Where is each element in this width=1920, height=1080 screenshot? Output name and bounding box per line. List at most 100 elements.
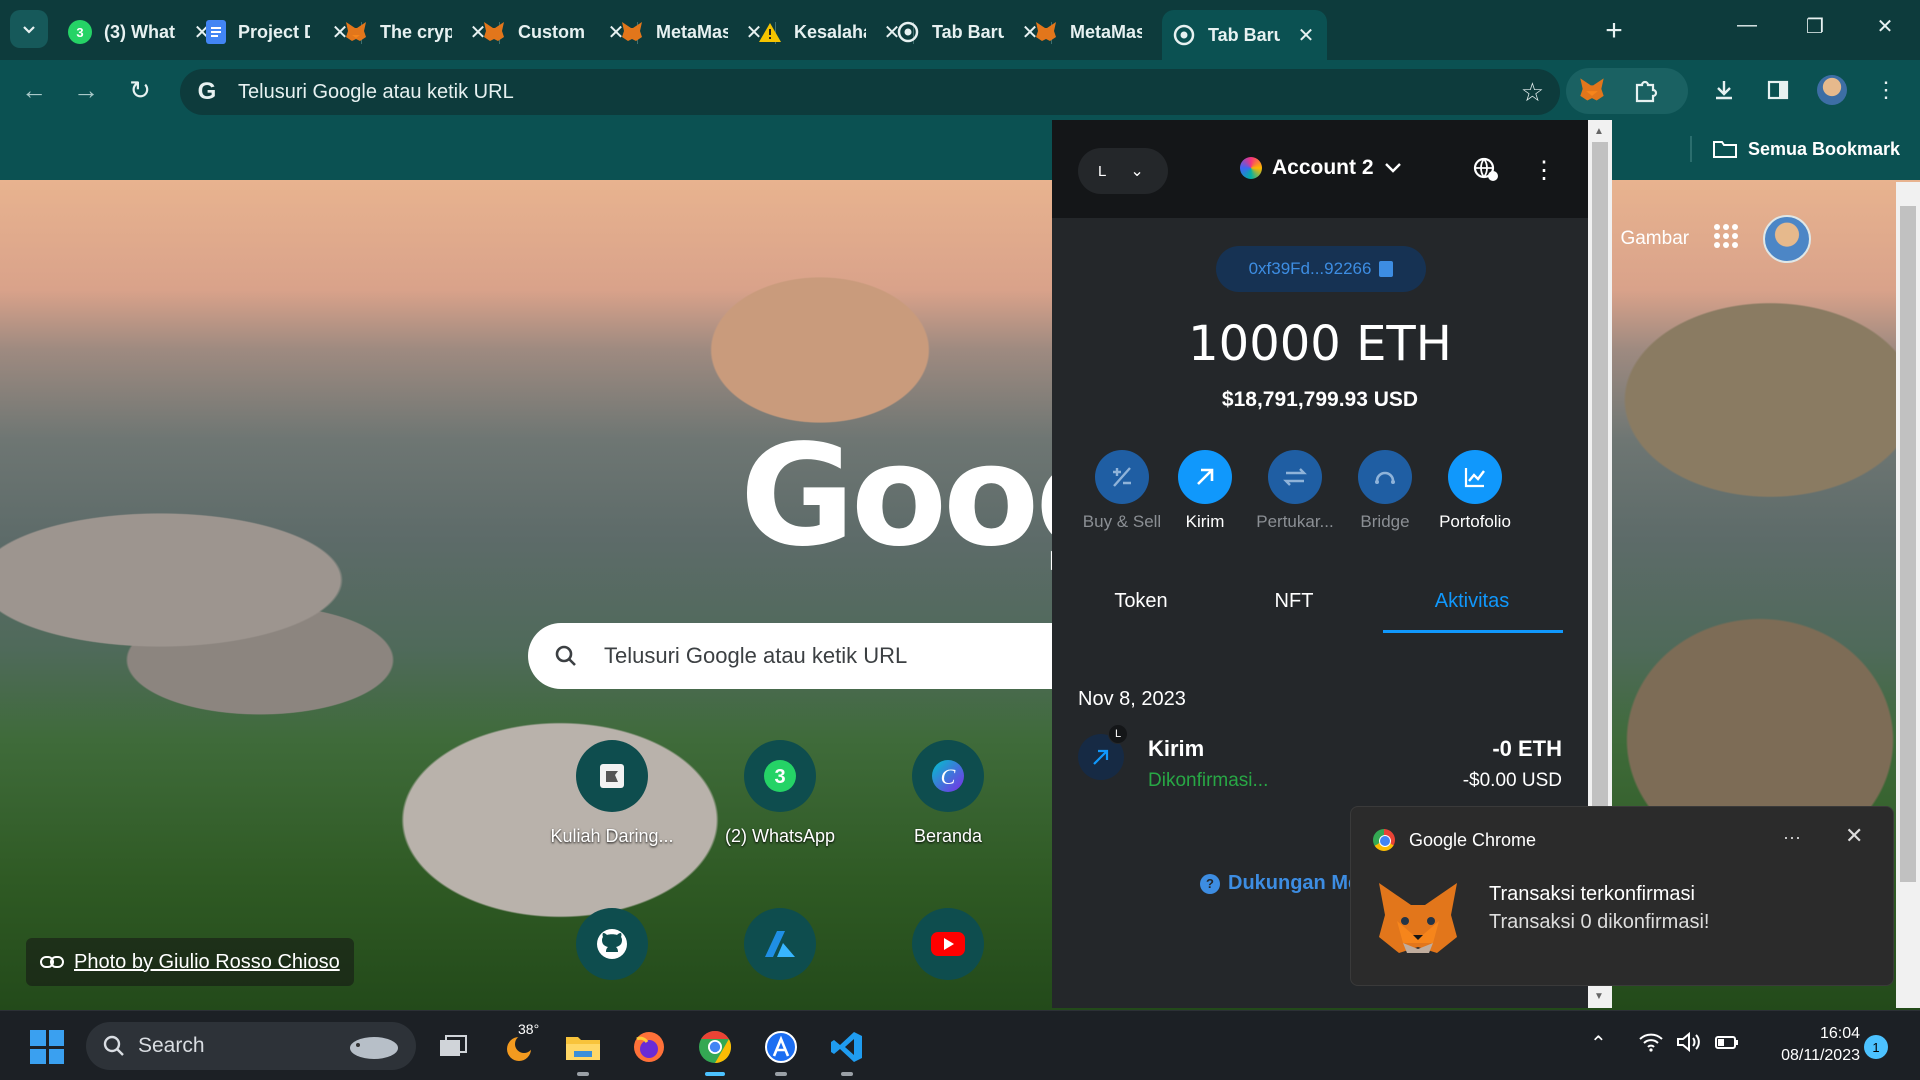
scrollbar-thumb[interactable] [1900,206,1916,882]
metamask-header: L ⌄ Account 2 ⋮ [1052,120,1588,218]
minimize-button[interactable]: — [1732,14,1762,37]
bookmark-bar: Semua Bookmark [0,120,1920,180]
account-identicon [1240,157,1262,179]
chrome-notification[interactable]: Google Chrome ··· ✕ Transaksi terkonfirm… [1350,806,1894,986]
metamask-fox-icon [1034,20,1058,44]
activity-type: Kirim [1148,736,1205,761]
action-label: Bridge [1360,512,1410,531]
notification-app-name: Google Chrome [1409,829,1537,850]
battery-icon[interactable] [1714,1031,1740,1059]
account-address-button[interactable]: 0xf39Fd...92266 [1216,246,1426,292]
portfolio-button[interactable]: Portofolio [1425,450,1525,532]
taskbar-search[interactable]: Search [86,1022,416,1070]
scroll-down-icon[interactable]: ▼ [1594,991,1604,1002]
forward-button[interactable]: → [68,72,104,108]
tab-title: Custom [518,21,585,42]
close-tab-icon[interactable]: ✕ [1295,23,1317,48]
tab-search-button[interactable] [10,10,48,48]
network-initial: L [1098,162,1107,180]
ntp-top-links: il Gambar [1594,215,1812,263]
shortcut-youtube[interactable] [883,908,1013,994]
volume-icon[interactable] [1676,1031,1702,1059]
metamask-fox-icon [344,20,368,44]
photo-credit-link[interactable]: Photo by Giulio Rosso Chioso [26,938,354,986]
shortcut-github[interactable] [547,908,677,994]
connected-sites-icon[interactable] [1472,156,1500,184]
metamask-fox-icon [482,20,506,44]
account-name: Account 2 [1272,156,1374,179]
tab-title: (3) WhatsApp [104,21,176,42]
whatsapp-icon: 3 [68,20,92,44]
notification-close-icon[interactable]: ✕ [1845,823,1863,849]
help-icon: ? [1200,873,1220,894]
chrome-icon [1172,23,1196,47]
close-window-button[interactable]: ✕ [1870,14,1900,39]
windows-start-icon[interactable] [30,1030,64,1064]
account-picker[interactable]: Account 2 [1240,156,1402,180]
chrome-taskbar-icon[interactable] [694,1026,736,1076]
profile-avatar[interactable] [1812,70,1852,110]
browser-menu-icon[interactable]: ⋮ [1866,70,1906,110]
restore-button[interactable]: ❐ [1800,14,1830,39]
ntp-search-placeholder: Telusuri Google atau ketik URL [604,643,908,668]
reload-button[interactable]: ↻ [122,72,158,108]
tab-aktivitas[interactable]: Aktivitas [1383,590,1561,613]
side-panel-icon[interactable] [1758,70,1798,110]
extensions-puzzle-icon[interactable] [1626,70,1666,110]
address-bar-text: Telusuri Google atau ketik URL [238,80,514,103]
bridge-button[interactable]: Bridge [1335,450,1435,532]
metamask-fox-icon [1580,78,1604,101]
file-explorer-icon[interactable] [562,1026,604,1076]
ntp-search-box[interactable]: Telusuri Google atau ketik URL [528,623,1088,689]
kuliah-daring-icon [576,740,648,812]
metamask-extension-button[interactable] [1572,70,1612,110]
google-account-avatar[interactable] [1763,215,1812,263]
notification-more-button[interactable]: ··· [1783,827,1801,848]
metamask-menu-icon[interactable]: ⋮ [1532,156,1556,185]
usd-balance: $18,791,799.93 USD [1221,388,1419,411]
shortcut-beranda[interactable]: C Beranda [883,740,1013,847]
download-icon[interactable] [1704,70,1744,110]
system-clock[interactable]: 16:04 08/11/2023 [1756,1023,1860,1067]
bookmark-star-icon[interactable]: ☆ [1521,77,1544,108]
scrollbar-thumb[interactable] [1592,142,1608,828]
shortcut-whatsapp[interactable]: 3 (2) WhatsApp [715,740,845,847]
notification-count-badge[interactable]: 1 [1864,1035,1888,1059]
bookmark-separator [1690,136,1692,162]
eth-balance: 10000 ETH [1188,316,1452,372]
shortcut-azure[interactable] [715,908,845,994]
show-hidden-icons-chevron[interactable]: ⌃ [1590,1031,1607,1056]
page-scrollbar[interactable] [1896,182,1920,1008]
scroll-up-icon[interactable]: ▲ [1594,126,1604,137]
back-button[interactable]: ← [16,72,52,108]
apps-grid-icon[interactable] [1713,223,1739,255]
portfolio-chart-icon [1448,450,1502,504]
address-bar[interactable]: G Telusuri Google atau ketik URL ☆ [180,69,1560,115]
images-link[interactable]: Gambar [1620,228,1689,250]
google-g-icon: G [197,78,217,105]
tab-token[interactable]: Token [1052,590,1230,613]
tab-title: MetaMask [656,21,728,42]
tab-nft[interactable]: NFT [1205,590,1383,613]
all-bookmarks-button[interactable]: Semua Bookmark [1712,138,1900,160]
weather-temperature: 38° [518,1021,540,1037]
shortcut-kuliah-daring[interactable]: Kuliah Daring... [547,740,677,847]
activity-date: Nov 8, 2023 [1078,688,1186,710]
tab-title: Project Docs [238,21,310,42]
active-tab-indicator [1383,630,1563,633]
tab-tab-baru-active[interactable]: Tab Baru ✕ [1162,10,1327,60]
firefox-icon[interactable] [628,1026,670,1068]
vscode-icon[interactable] [826,1026,868,1076]
new-tab-button[interactable]: + [1596,14,1632,48]
chrome-icon [1373,829,1395,851]
send-button[interactable]: Kirim [1155,450,1255,532]
task-view-icon[interactable] [432,1026,474,1068]
canva-icon: C [912,740,984,812]
clock-date: 08/11/2023 [1781,1047,1860,1064]
network-picker[interactable]: L ⌄ [1078,148,1168,194]
all-bookmarks-label: Semua Bookmark [1747,138,1900,159]
app-store-a-icon[interactable] [760,1026,802,1076]
swap-button[interactable]: Pertukar... [1245,450,1345,532]
activity-status: Dikonfirmasi... [1148,770,1269,791]
wifi-icon[interactable] [1638,1031,1664,1059]
